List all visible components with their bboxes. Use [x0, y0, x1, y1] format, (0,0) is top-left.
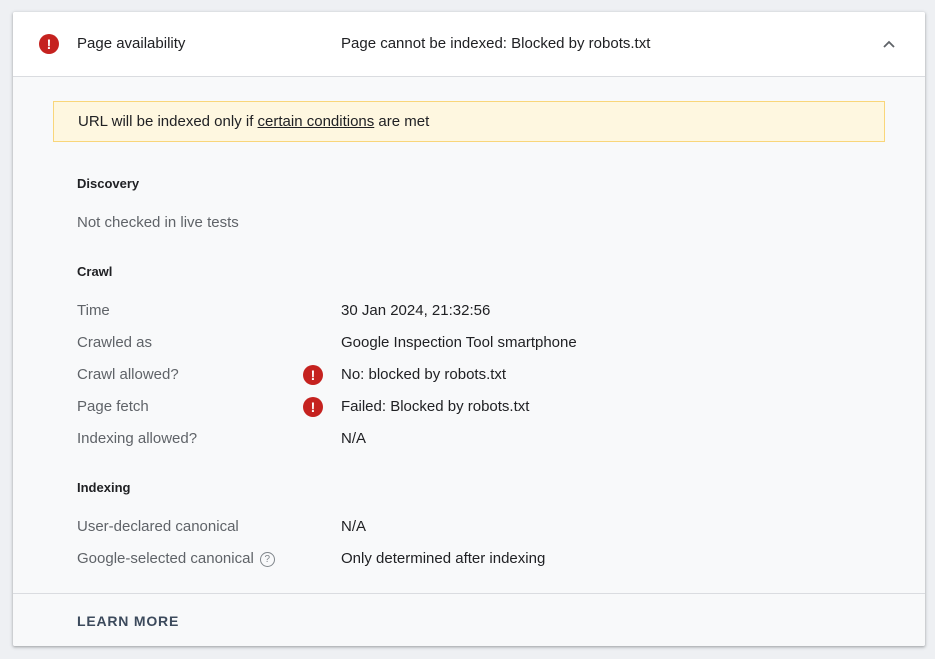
google-canonical-label: Google-selected canonical [77, 550, 254, 567]
discovery-message: Not checked in live tests [77, 214, 239, 231]
crawl-allowed-label: Crawl allowed? [77, 366, 179, 383]
page-availability-header[interactable]: ! Page availability Page cannot be index… [13, 12, 925, 77]
availability-status: Page cannot be indexed: Blocked by robot… [341, 35, 651, 52]
indexing-heading: Indexing [77, 480, 131, 495]
error-icon: ! [39, 34, 59, 54]
learn-more-button[interactable]: LEARN MORE [77, 613, 179, 629]
section-title: Page availability [77, 35, 186, 52]
crawl-allowed-error-icon: ! [303, 365, 323, 385]
user-canonical-label: User-declared canonical [77, 518, 239, 535]
crawl-time-value: 30 Jan 2024, 21:32:56 [341, 302, 491, 319]
user-canonical-value: N/A [341, 518, 367, 535]
discovery-heading: Discovery [77, 176, 140, 191]
crawled-as-value: Google Inspection Tool smartphone [341, 334, 577, 351]
notice-suffix: are met [374, 113, 430, 130]
page-fetch-error-icon: ! [303, 397, 323, 417]
crawl-heading: Crawl [77, 264, 113, 279]
page-availability-card: ! Page availability Page cannot be index… [13, 12, 925, 646]
notice-prefix: URL will be indexed only if [78, 113, 258, 130]
crawl-allowed-value: No: blocked by robots.txt [341, 366, 507, 383]
help-icon[interactable]: ? [259, 552, 275, 567]
indexing-allowed-label: Indexing allowed? [77, 430, 198, 447]
chevron-up-icon[interactable] [879, 34, 899, 54]
google-canonical-value: Only determined after indexing [341, 550, 546, 567]
certain-conditions-link[interactable]: certain conditions [258, 113, 375, 130]
crawl-time-label: Time [77, 302, 110, 319]
page-fetch-label: Page fetch [77, 398, 149, 415]
crawled-as-label: Crawled as [77, 334, 153, 351]
card-footer: LEARN MORE [13, 593, 925, 646]
index-conditions-notice: URL will be indexed only if certain cond… [53, 101, 885, 142]
indexing-allowed-value: N/A [341, 430, 367, 447]
google-canonical-label-wrap: Google-selected canonical? [77, 550, 275, 567]
page-fetch-value: Failed: Blocked by robots.txt [341, 398, 530, 415]
